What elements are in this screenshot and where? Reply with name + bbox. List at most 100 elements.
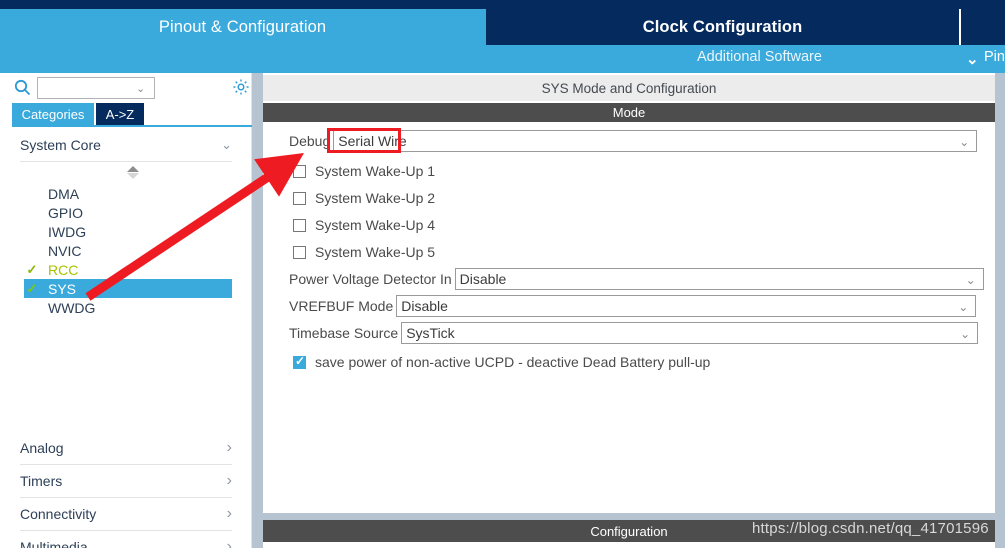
wakeup-5-checkbox[interactable] bbox=[293, 245, 306, 259]
power-voltage-detector-label: Power Voltage Detector In bbox=[289, 271, 452, 287]
sidebar-item-sys[interactable]: ✓ SYS bbox=[24, 279, 232, 298]
power-voltage-detector-value: Disable bbox=[459, 271, 507, 287]
vrefbuf-mode-row: VREFBUF Mode Disable ⌄ bbox=[289, 295, 977, 317]
debug-mode-select[interactable]: Serial Wire ⌄ bbox=[333, 130, 978, 152]
sidebar-group-connectivity[interactable]: Connectivity › bbox=[20, 498, 232, 531]
wakeup-4-label: System Wake-Up 4 bbox=[315, 217, 436, 233]
configuration-section-label: Configuration bbox=[590, 523, 668, 539]
scroll-down-icon[interactable] bbox=[127, 172, 139, 179]
main-tab-bar: Pinout & Configuration Clock Configurati… bbox=[0, 9, 1005, 45]
chevron-right-icon: › bbox=[226, 472, 232, 489]
sub-tool-bar: Additional Software ⌄ Pino bbox=[0, 45, 1005, 73]
tab-pinout-label: Pinout & Configuration bbox=[158, 17, 327, 36]
sidebar-tab-group: Categories A->Z bbox=[0, 103, 252, 125]
chevron-down-icon: ⌄ bbox=[221, 137, 232, 152]
vrefbuf-mode-value: Disable bbox=[401, 298, 448, 314]
tab-clock-configuration[interactable]: Clock Configuration bbox=[486, 9, 959, 45]
sidebar-item-label: GPIO bbox=[48, 204, 84, 221]
chevron-down-icon: ⌄ bbox=[959, 135, 970, 149]
chevron-down-icon: ⌄ bbox=[958, 300, 969, 314]
sidebar-group-analog[interactable]: Analog › bbox=[20, 432, 232, 465]
vrefbuf-mode-label: VREFBUF Mode bbox=[289, 298, 394, 314]
tab-pinout-configuration[interactable]: Pinout & Configuration bbox=[0, 9, 485, 45]
debug-mode-value: Serial Wire bbox=[338, 133, 407, 149]
vertical-splitter[interactable] bbox=[252, 73, 263, 548]
configuration-bar-gap bbox=[263, 513, 995, 520]
sidebar-item-dma[interactable]: DMA bbox=[24, 184, 232, 203]
gear-icon[interactable] bbox=[232, 78, 250, 96]
sidebar-item-iwdg[interactable]: IWDG bbox=[24, 222, 232, 241]
timebase-source-value: SysTick bbox=[406, 325, 455, 341]
mode-section-label: Mode bbox=[612, 105, 646, 120]
tree-scroll-arrows[interactable] bbox=[124, 165, 142, 179]
sidebar-item-label: DMA bbox=[48, 185, 80, 202]
wakeup-4-checkbox[interactable] bbox=[293, 218, 306, 232]
sidebar-item-label: NVIC bbox=[48, 242, 82, 259]
wakeup-2-row[interactable]: System Wake-Up 2 bbox=[293, 190, 435, 206]
sidebar-group-system-core[interactable]: System Core ⌄ bbox=[20, 129, 232, 162]
status-check-icon: ✓ bbox=[26, 280, 38, 296]
component-tree: System Core ⌄ DMA GPIO IWDG NVIC ✓ RCC ✓… bbox=[0, 129, 252, 548]
sidebar-tab-categories-label: Categories bbox=[21, 106, 85, 122]
sidebar-tab-a-to-z[interactable]: A->Z bbox=[96, 103, 144, 125]
wakeup-1-label: System Wake-Up 1 bbox=[315, 163, 436, 179]
sys-configuration-panel: SYS Mode and Configuration Mode Debug Se… bbox=[263, 73, 995, 548]
additional-software-link[interactable]: Additional Software bbox=[697, 49, 822, 65]
sidebar-group-system-core-label: System Core bbox=[20, 137, 101, 153]
timebase-source-label: Timebase Source bbox=[289, 325, 399, 341]
sidebar-item-label: WWDG bbox=[48, 299, 96, 316]
wakeup-1-checkbox[interactable] bbox=[293, 164, 306, 178]
watermark-text: https://blog.csdn.net/qq_41701596 bbox=[752, 520, 989, 537]
ucpd-dead-battery-label: save power of non-active UCPD - deactive… bbox=[315, 354, 711, 370]
sidebar-tab-categories[interactable]: Categories bbox=[12, 103, 94, 125]
sidebar-item-nvic[interactable]: NVIC bbox=[24, 241, 232, 260]
top-navy-strip bbox=[0, 0, 1005, 9]
wakeup-4-row[interactable]: System Wake-Up 4 bbox=[293, 217, 435, 233]
chevron-down-icon: ⌄ bbox=[960, 327, 971, 341]
timebase-source-row: Timebase Source SysTick ⌄ bbox=[289, 322, 979, 344]
wakeup-2-checkbox[interactable] bbox=[293, 191, 306, 205]
wakeup-5-label: System Wake-Up 5 bbox=[315, 244, 436, 260]
chevron-right-icon: › bbox=[226, 505, 232, 522]
right-edge-strip bbox=[995, 73, 1005, 548]
power-voltage-detector-select[interactable]: Disable ⌄ bbox=[454, 268, 984, 290]
ucpd-dead-battery-row[interactable]: save power of non-active UCPD - deactive… bbox=[293, 354, 710, 370]
sidebar-item-label: SYS bbox=[48, 280, 77, 297]
wakeup-5-row[interactable]: System Wake-Up 5 bbox=[293, 244, 435, 260]
chevron-down-icon: ⌄ bbox=[965, 273, 976, 287]
sidebar-item-label: IWDG bbox=[48, 223, 87, 240]
sidebar-group-multimedia-label: Multimedia bbox=[20, 539, 88, 548]
chevron-down-icon[interactable]: ⌄ bbox=[966, 50, 979, 68]
search-input[interactable] bbox=[37, 77, 155, 99]
wakeup-1-row[interactable]: System Wake-Up 1 bbox=[293, 163, 435, 179]
sidebar-group-timers[interactable]: Timers › bbox=[20, 465, 232, 498]
debug-field-row: Debug Serial Wire ⌄ bbox=[289, 130, 978, 152]
configuration-bottom-filler bbox=[263, 542, 995, 548]
panel-title-label: SYS Mode and Configuration bbox=[541, 80, 717, 96]
app-window: Pinout & Configuration Clock Configurati… bbox=[0, 0, 1005, 548]
chevron-right-icon: › bbox=[226, 439, 232, 456]
timebase-source-select[interactable]: SysTick ⌄ bbox=[401, 322, 979, 344]
wakeup-2-label: System Wake-Up 2 bbox=[315, 190, 436, 206]
ucpd-dead-battery-checkbox[interactable] bbox=[293, 354, 306, 369]
sidebar-item-label: RCC bbox=[48, 261, 79, 278]
power-voltage-detector-row: Power Voltage Detector In Disable ⌄ bbox=[289, 268, 984, 290]
chevron-right-icon: › bbox=[226, 538, 232, 548]
sidebar-item-gpio[interactable]: GPIO bbox=[24, 203, 232, 222]
scroll-up-icon[interactable] bbox=[127, 165, 139, 172]
mode-section-header: Mode bbox=[263, 103, 995, 122]
sidebar-tab-underline bbox=[12, 125, 252, 127]
panel-title: SYS Mode and Configuration bbox=[263, 75, 995, 101]
component-sidebar: ⌄ Categories A->Z System Core ⌄ DMA GPIO… bbox=[0, 73, 252, 548]
sidebar-item-rcc[interactable]: ✓ RCC bbox=[24, 260, 232, 279]
pinout-menu-label[interactable]: Pino bbox=[984, 49, 1005, 65]
sidebar-search-row: ⌄ bbox=[0, 73, 252, 103]
debug-label: Debug bbox=[289, 133, 331, 149]
sidebar-group-connectivity-label: Connectivity bbox=[20, 506, 97, 522]
vrefbuf-mode-select[interactable]: Disable ⌄ bbox=[396, 295, 977, 317]
sidebar-group-multimedia[interactable]: Multimedia › bbox=[20, 531, 232, 548]
sidebar-item-wwdg[interactable]: WWDG bbox=[24, 298, 232, 317]
tab-third-partial[interactable] bbox=[961, 9, 1005, 45]
tab-clock-label: Clock Configuration bbox=[642, 17, 803, 36]
status-check-icon: ✓ bbox=[26, 261, 38, 277]
